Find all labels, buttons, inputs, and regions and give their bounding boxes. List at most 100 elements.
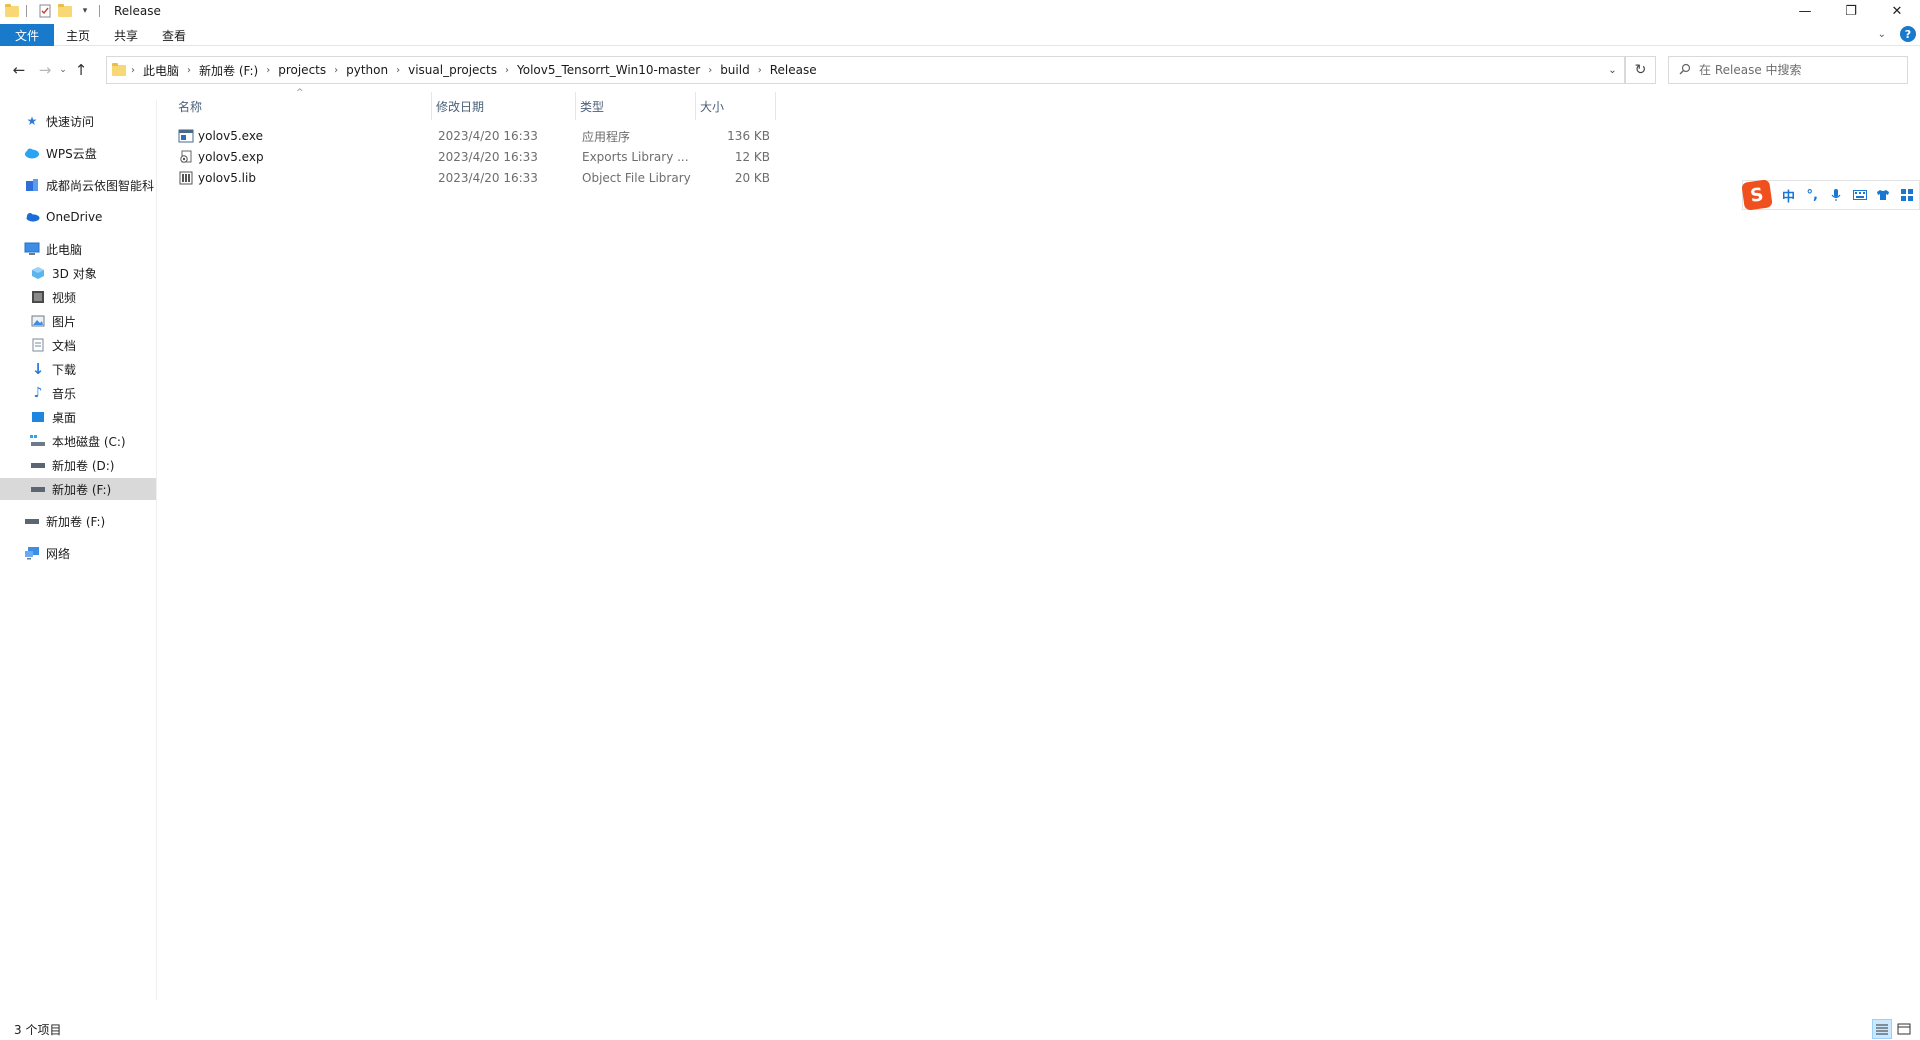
large-icons-view-icon[interactable] (1894, 1019, 1914, 1039)
file-name-cell[interactable]: yolov5.lib (178, 168, 428, 188)
sidebar-item-quick-access[interactable]: ★ 快速访问 (24, 110, 94, 132)
drive-icon (30, 481, 46, 497)
breadcrumb-release[interactable]: Release (766, 63, 821, 77)
sidebar-item-music[interactable]: ♪ 音乐 (30, 382, 76, 404)
back-button[interactable]: ← (8, 59, 30, 81)
sidebar-item-pictures[interactable]: 图片 (30, 310, 76, 332)
sidebar-item-drive-f[interactable]: 新加卷 (F:) (0, 478, 156, 500)
sidebar-item-label: 图片 (52, 314, 77, 329)
file-date: 2023/4/20 16:33 (438, 150, 538, 164)
chevron-right-icon[interactable]: › (127, 65, 139, 76)
ime-mode-button[interactable]: 中 (1777, 183, 1801, 207)
sidebar-item-label: 网络 (46, 546, 71, 561)
refresh-button[interactable]: ↻ (1626, 56, 1656, 84)
breadcrumb-drive-f[interactable]: 新加卷 (F:) (195, 62, 262, 79)
close-button[interactable]: ✕ (1874, 0, 1920, 22)
file-size: 12 KB (734, 150, 770, 164)
navigation-pane: ★ 快速访问 WPS云盘 成都尚云依图智能科 OneDrive 此电脑 3D 对… (0, 100, 157, 1000)
chevron-right-icon[interactable]: › (262, 65, 274, 76)
recent-locations-chevron-icon[interactable]: ⌄ (56, 59, 70, 81)
customize-quick-access-icon[interactable]: ▾ (77, 3, 93, 19)
search-box[interactable] (1668, 56, 1908, 84)
document-icon (30, 337, 46, 353)
sidebar-item-organization[interactable]: 成都尚云依图智能科 (24, 174, 157, 196)
tab-share[interactable]: 共享 (102, 24, 150, 46)
sidebar-item-onedrive[interactable]: OneDrive (24, 206, 102, 228)
sidebar-item-drive-c[interactable]: 本地磁盘 (C:) (30, 430, 126, 452)
sidebar-item-drive-d[interactable]: 新加卷 (D:) (30, 454, 114, 476)
column-header-date-modified[interactable]: 修改日期 (432, 92, 576, 120)
file-row[interactable]: yolov5.exe 2023/4/20 16:33 应用程序 136 KB (174, 126, 774, 146)
breadcrumb-yolov5-project[interactable]: Yolov5_Tensorrt_Win10-master (513, 63, 704, 77)
address-bar[interactable]: › 此电脑 › 新加卷 (F:) › projects › python › v… (106, 56, 1626, 84)
properties-icon[interactable] (37, 3, 53, 19)
sogou-logo-icon[interactable]: S (1741, 179, 1773, 211)
cloud-icon (24, 145, 40, 161)
ime-keyboard-icon[interactable] (1848, 183, 1872, 207)
address-history-chevron-icon[interactable]: ⌄ (1601, 57, 1625, 83)
sidebar-item-label: 3D 对象 (52, 266, 97, 281)
chevron-right-icon[interactable]: › (330, 65, 342, 76)
file-name: yolov5.lib (198, 171, 256, 185)
help-icon[interactable]: ? (1900, 26, 1916, 42)
status-bar: 3 个项目 (0, 1018, 1920, 1040)
file-row[interactable]: yolov5.exp 2023/4/20 16:33 Exports Libra… (174, 147, 774, 167)
sidebar-item-label: 此电脑 (46, 242, 83, 257)
music-icon: ♪ (33, 385, 43, 401)
column-header-name[interactable]: 名称 (174, 92, 432, 120)
sidebar-item-network[interactable]: 网络 (24, 542, 70, 564)
breadcrumb-python[interactable]: python (342, 63, 392, 77)
sidebar-item-drive-f-removable[interactable]: 新加卷 (F:) (24, 510, 105, 532)
tab-home[interactable]: 主页 (54, 24, 102, 46)
file-type: 应用程序 (582, 129, 631, 144)
computer-icon (24, 241, 40, 257)
file-date: 2023/4/20 16:33 (438, 171, 538, 185)
exp-file-icon (178, 149, 194, 165)
ime-toolbox-icon[interactable] (1895, 183, 1919, 207)
details-view-icon[interactable] (1872, 1019, 1892, 1039)
sidebar-item-label: 新加卷 (F:) (46, 514, 106, 529)
sidebar-item-label: 桌面 (52, 410, 77, 425)
minimize-button[interactable]: — (1782, 0, 1828, 22)
divider (99, 5, 100, 17)
ime-voice-icon[interactable] (1824, 183, 1848, 207)
chevron-right-icon[interactable]: › (704, 65, 716, 76)
breadcrumb-visual-projects[interactable]: visual_projects (404, 63, 501, 77)
file-name-cell[interactable]: yolov5.exp (178, 147, 428, 167)
file-name: yolov5.exp (198, 150, 264, 164)
sidebar-item-label: WPS云盘 (46, 146, 97, 161)
sidebar-item-downloads[interactable]: ↓ 下载 (30, 358, 76, 380)
ime-punctuation-button[interactable]: °, (1800, 183, 1824, 207)
ime-toolbar: S 中 °, (1741, 179, 1920, 211)
column-header-type[interactable]: 类型 (576, 92, 696, 120)
org-icon (24, 177, 40, 193)
system-drive-icon (30, 433, 46, 449)
chevron-right-icon[interactable]: › (501, 65, 513, 76)
new-folder-icon[interactable] (57, 3, 73, 19)
file-name-cell[interactable]: yolov5.exe (178, 126, 428, 146)
up-button[interactable]: ↑ (70, 59, 92, 81)
search-input[interactable] (1699, 63, 1899, 77)
breadcrumb-projects[interactable]: projects (274, 63, 330, 77)
expand-ribbon-icon[interactable]: ⌄ (1878, 29, 1886, 40)
sidebar-item-3d-objects[interactable]: 3D 对象 (30, 262, 97, 284)
sidebar-item-desktop[interactable]: 桌面 (30, 406, 76, 428)
tab-view[interactable]: 查看 (150, 24, 198, 46)
sidebar-item-this-pc[interactable]: 此电脑 (24, 238, 82, 260)
ime-skin-icon[interactable] (1872, 183, 1896, 207)
breadcrumb-build[interactable]: build (716, 63, 754, 77)
breadcrumb-this-pc[interactable]: 此电脑 (139, 62, 183, 79)
star-icon: ★ (26, 114, 38, 128)
sidebar-item-label: 新加卷 (D:) (52, 458, 115, 473)
forward-button[interactable]: → (34, 59, 56, 81)
chevron-right-icon[interactable]: › (183, 65, 195, 76)
sidebar-item-videos[interactable]: 视频 (30, 286, 76, 308)
chevron-right-icon[interactable]: › (392, 65, 404, 76)
maximize-button[interactable]: ❐ (1828, 0, 1874, 22)
file-row[interactable]: yolov5.lib 2023/4/20 16:33 Object File L… (174, 168, 774, 188)
sidebar-item-wps-cloud[interactable]: WPS云盘 (24, 142, 97, 164)
tab-file[interactable]: 文件 (0, 24, 54, 46)
column-header-size[interactable]: 大小 (696, 92, 776, 120)
sidebar-item-documents[interactable]: 文档 (30, 334, 76, 356)
chevron-right-icon[interactable]: › (754, 65, 766, 76)
